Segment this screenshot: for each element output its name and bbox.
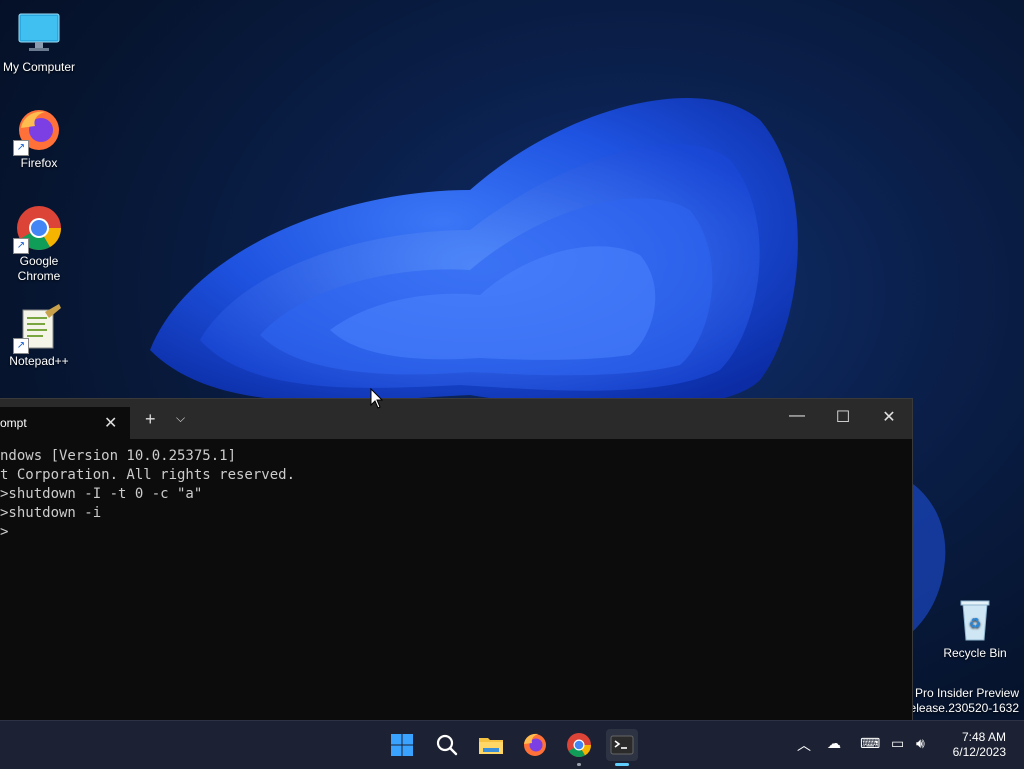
desktop-icon-google-chrome[interactable]: ↗ Google Chrome — [0, 204, 78, 284]
close-icon[interactable]: ✕ — [874, 407, 904, 427]
terminal-line: t Corporation. All rights reserved. — [0, 467, 296, 483]
desktop-icon-label: Google Chrome — [17, 254, 61, 283]
desktop-icon-my-computer[interactable]: My Computer — [0, 10, 78, 75]
chrome-icon — [567, 733, 591, 758]
clock-date: 6/12/2023 — [952, 745, 1006, 759]
start-button[interactable] — [386, 729, 418, 761]
desktop-icon-recycle-bin[interactable]: ♻ Recycle Bin — [936, 596, 1014, 661]
desktop-icon-label: Recycle Bin — [943, 646, 1007, 660]
tab-command-prompt[interactable]: ompt ✕ — [0, 407, 130, 439]
notepad-plus-plus-icon: ↗ — [13, 304, 63, 354]
terminal-output[interactable]: ndows [Version 10.0.25375.1] t Corporatio… — [0, 439, 912, 542]
taskbar: ︿ ☁ ⌨ ▭ 🔊︎ 7:48 AM 6/12/2023 — [0, 720, 1024, 769]
folder-icon — [479, 738, 503, 754]
tab-label: ompt — [0, 416, 27, 430]
terminal-titlebar[interactable]: ompt ✕ + ⌵ — ☐ ✕ — [0, 399, 912, 439]
minimize-icon[interactable]: — — [782, 407, 812, 425]
chrome-icon: ↗ — [13, 204, 63, 254]
shortcut-arrow-icon: ↗ — [13, 238, 29, 254]
new-tab-icon[interactable]: + — [145, 409, 156, 430]
search-icon — [436, 734, 458, 756]
firefox-icon: ↗ — [13, 106, 63, 156]
volume-icon[interactable]: 🔊︎ — [916, 735, 925, 752]
file-explorer-button[interactable] — [475, 729, 507, 761]
search-button[interactable] — [431, 729, 463, 761]
firefox-icon — [524, 733, 546, 756]
chrome-taskbar-button[interactable] — [563, 729, 595, 766]
mouse-cursor-icon — [370, 388, 384, 409]
running-indicator — [577, 763, 581, 766]
desktop-icon-label: My Computer — [2, 60, 76, 74]
svg-text:♻: ♻ — [969, 615, 982, 631]
onedrive-icon[interactable]: ☁ — [827, 735, 841, 752]
network-icon[interactable]: ▭ — [891, 735, 904, 752]
maximize-icon[interactable]: ☐ — [828, 407, 858, 427]
terminal-prompt[interactable]: > — [0, 523, 912, 542]
terminal-taskbar-button[interactable] — [606, 729, 638, 766]
desktop-icon-firefox[interactable]: ↗ Firefox — [0, 106, 78, 171]
chevron-down-icon[interactable]: ⌵ — [176, 411, 185, 426]
terminal-line: ndows [Version 10.0.25375.1] — [0, 448, 237, 464]
system-clock[interactable]: 7:48 AM 6/12/2023 — [953, 730, 1006, 760]
desktop-icon-label: Notepad++ — [9, 354, 69, 368]
terminal-line: >shutdown -I -t 0 -c "a" — [0, 486, 203, 502]
windows-logo-icon — [391, 734, 413, 756]
clock-time: 7:48 AM — [961, 730, 1006, 744]
terminal-line: >shutdown -i — [0, 505, 102, 521]
desktop-icon-label: Firefox — [20, 156, 58, 170]
shortcut-arrow-icon: ↗ — [13, 140, 29, 156]
windows-build-watermark: l Pro Insider Preview _release.230520-16… — [899, 686, 1019, 716]
firefox-taskbar-button[interactable] — [519, 729, 551, 761]
desktop-icon-notepad-plus-plus[interactable]: ↗ Notepad++ — [0, 304, 78, 369]
terminal-icon — [610, 735, 634, 755]
shortcut-arrow-icon: ↗ — [13, 338, 29, 354]
terminal-window[interactable]: ompt ✕ + ⌵ — ☐ ✕ ndows [Version 10.0.253… — [0, 398, 913, 721]
keyboard-icon[interactable]: ⌨ — [860, 735, 880, 752]
close-tab-icon[interactable]: ✕ — [104, 413, 117, 433]
watermark-line-1: l Pro Insider Preview — [908, 686, 1019, 700]
recycle-bin-icon: ♻ — [951, 596, 999, 644]
active-indicator — [615, 763, 629, 766]
monitor-icon — [15, 10, 63, 58]
chevron-up-icon[interactable]: ︿ — [797, 735, 811, 755]
watermark-line-2: _release.230520-1632 — [898, 701, 1019, 715]
